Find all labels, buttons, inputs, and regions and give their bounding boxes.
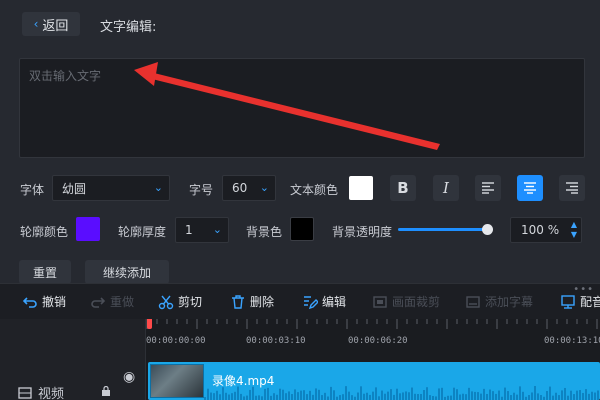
back-button[interactable]: ‹ 返回 (22, 12, 80, 36)
continue-add-button[interactable]: 继续添加 (85, 260, 169, 284)
text-edit-panel: ‹ 返回 文字编辑: 双击输入文字 字体 幼圆 ⌄ 字号 60 ⌄ 文本颜色 B… (0, 0, 600, 284)
outline-thickness-label: 轮廓厚度 (118, 225, 167, 239)
tick-label: 00:00:06:20 (348, 336, 408, 346)
opacity-input[interactable]: 100 % ▲ ▼ (510, 217, 582, 243)
crop-icon (373, 295, 387, 308)
panel-title: 文字编辑: (100, 20, 157, 35)
subtitle-button[interactable]: 添加字幕 (465, 293, 533, 310)
audio-waveform (204, 386, 599, 400)
lock-icon[interactable] (101, 386, 111, 396)
clip-thumbnail (150, 364, 204, 398)
eye-icon[interactable]: ◉ (123, 369, 135, 385)
font-label: 字体 (20, 183, 45, 197)
font-select[interactable]: 幼圆 ⌄ (52, 175, 170, 201)
time-ruler[interactable]: 00:00:00:00 00:00:03:10 00:00:06:20 00:0… (146, 319, 600, 359)
chevron-down-icon: ⌄ (259, 181, 269, 194)
subtitle-icon (466, 295, 480, 308)
crop-button[interactable]: 画面裁剪 (372, 293, 440, 310)
tick-label: 00:00:03:10 (246, 336, 306, 346)
font-select-value: 幼圆 (62, 181, 87, 196)
outline-thickness-select[interactable]: 1 ⌄ (175, 217, 229, 243)
chevron-left-icon: ‹ (33, 17, 39, 31)
delete-button[interactable]: 删除 (230, 293, 274, 310)
undo-icon (22, 296, 37, 308)
video-track-label: 视频 (18, 383, 64, 400)
chevron-down-icon: ⌄ (212, 223, 222, 236)
align-center-icon (524, 182, 536, 194)
stepper-icon[interactable]: ▲ ▼ (571, 220, 577, 240)
redo-button[interactable]: 重做 (90, 293, 134, 310)
microphone-icon (561, 294, 575, 309)
chevron-down-icon: ⌄ (153, 181, 163, 194)
outline-color-swatch[interactable] (76, 217, 100, 241)
film-icon (18, 386, 32, 399)
text-input-area[interactable]: 双击输入文字 (19, 58, 585, 158)
size-select-value: 60 (232, 181, 248, 195)
align-right-icon (566, 182, 578, 194)
thickness-value: 1 (185, 223, 193, 237)
playhead[interactable] (147, 319, 152, 329)
background-opacity-label: 背景透明度 (332, 225, 393, 239)
text-color-swatch[interactable] (349, 176, 373, 200)
back-label: 返回 (42, 18, 69, 34)
background-color-label: 背景色 (246, 225, 283, 239)
reset-button[interactable]: 重置 (19, 260, 71, 284)
background-color-swatch[interactable] (290, 217, 314, 241)
align-left-icon (482, 182, 494, 194)
cut-button[interactable]: 剪切 (158, 293, 202, 310)
redo-icon (91, 296, 106, 308)
edit-icon (304, 295, 318, 309)
edit-toolbar: ••• 撤销 重做 剪切 删除 编辑 画面裁剪 添加字幕 配音 (0, 283, 600, 319)
ruler-ticks (146, 319, 598, 329)
tick-label: 00:00:13:10 (544, 336, 600, 346)
opacity-slider[interactable] (398, 228, 488, 231)
scissors-icon (158, 295, 174, 309)
align-left-button[interactable] (475, 175, 501, 201)
trash-icon (232, 294, 244, 309)
outline-color-label: 轮廓颜色 (20, 225, 69, 239)
video-clip[interactable]: 录像4.mp4 (148, 362, 600, 400)
size-label: 字号 (189, 183, 214, 197)
dub-button[interactable]: 配音 (560, 293, 600, 310)
tick-label: 00:00:00:00 (146, 336, 206, 346)
undo-button[interactable]: 撤销 (22, 293, 66, 310)
opacity-slider-handle[interactable] (482, 224, 493, 235)
align-center-button[interactable] (517, 175, 543, 201)
bold-button[interactable]: B (390, 175, 416, 201)
size-select[interactable]: 60 ⌄ (222, 175, 276, 201)
opacity-value: 100 % (521, 223, 560, 237)
align-right-button[interactable] (559, 175, 585, 201)
text-color-label: 文本颜色 (290, 183, 339, 197)
italic-button[interactable]: I (433, 175, 459, 201)
edit-button[interactable]: 编辑 (302, 293, 346, 310)
text-input-placeholder: 双击输入文字 (29, 69, 102, 83)
